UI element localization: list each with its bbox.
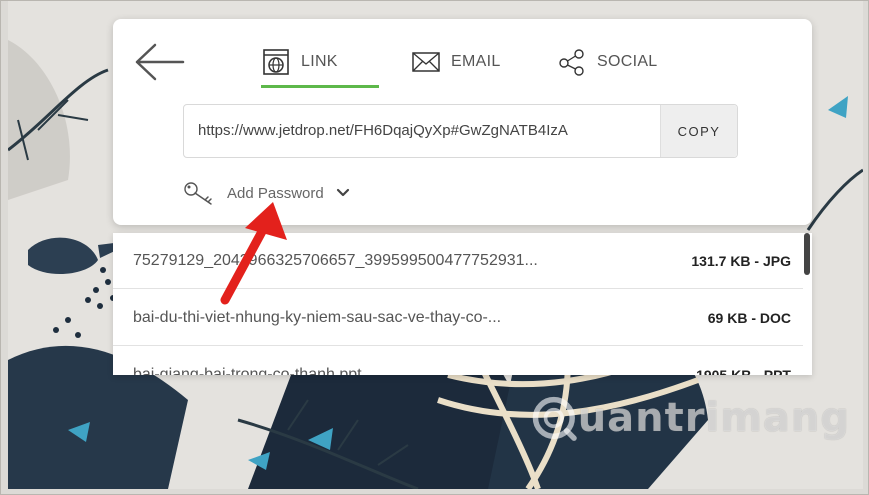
list-item[interactable]: 75279129_2043966325706657_39959950047775… bbox=[113, 233, 803, 289]
share-icon bbox=[559, 49, 584, 76]
share-link-input[interactable] bbox=[184, 105, 660, 155]
share-panel: LINK EMAIL SOCIAL COPY Add Password bbox=[113, 19, 812, 225]
list-item[interactable]: bai-du-thi-viet-nhung-ky-niem-sau-sac-ve… bbox=[113, 290, 803, 346]
file-name: bai-giang-bai-trong-co-thanh.ppt bbox=[133, 365, 362, 376]
list-item[interactable]: bai-giang-bai-trong-co-thanh.ppt 1905 KB… bbox=[113, 347, 803, 376]
tab-link-label: LINK bbox=[301, 53, 338, 70]
tab-social-label: SOCIAL bbox=[597, 53, 658, 70]
file-size-type: 1905 KB - PPT bbox=[696, 366, 791, 376]
key-icon bbox=[184, 182, 212, 205]
scrollbar[interactable] bbox=[804, 233, 810, 275]
file-size-type: 69 KB - DOC bbox=[707, 309, 791, 326]
tab-email-label: EMAIL bbox=[451, 53, 501, 70]
file-list: 75279129_2043966325706657_39959950047775… bbox=[113, 233, 812, 375]
tab-social[interactable]: SOCIAL bbox=[557, 47, 658, 103]
share-link-field: COPY bbox=[183, 104, 738, 158]
arrow-left-icon[interactable] bbox=[133, 42, 185, 82]
file-name: 75279129_2043966325706657_39959950047775… bbox=[133, 251, 538, 269]
tab-link[interactable]: LINK bbox=[261, 47, 379, 88]
add-password-label: Add Password bbox=[227, 184, 324, 202]
copy-button[interactable]: COPY bbox=[660, 105, 737, 157]
chevron-down-icon bbox=[336, 188, 349, 197]
file-name: bai-du-thi-viet-nhung-ky-niem-sau-sac-ve… bbox=[133, 308, 502, 326]
envelope-icon bbox=[412, 52, 440, 72]
browser-globe-icon bbox=[263, 49, 289, 75]
file-size-type: 131.7 KB - JPG bbox=[691, 252, 791, 269]
add-password-toggle[interactable]: Add Password bbox=[183, 177, 350, 209]
tab-email[interactable]: EMAIL bbox=[411, 47, 501, 103]
